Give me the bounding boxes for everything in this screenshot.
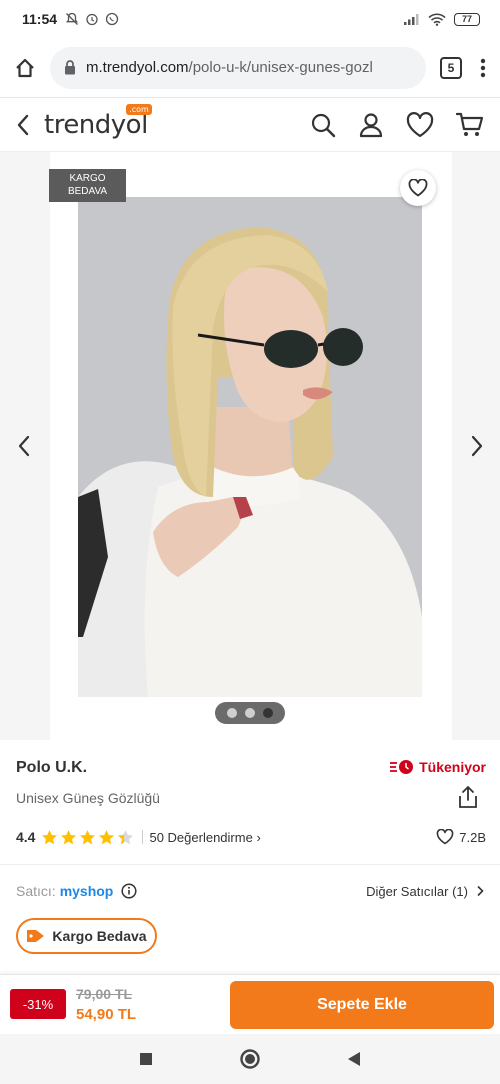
cart-icon[interactable]: [456, 112, 484, 138]
seller-row: Satıcı: myshop Diğer Satıcılar (1): [16, 883, 484, 899]
site-header: trendyol .com: [0, 98, 500, 152]
pagination-dot[interactable]: [227, 708, 237, 718]
logo-badge: .com: [126, 103, 152, 115]
recents-icon[interactable]: [139, 1052, 153, 1066]
rating-row: 4.4 50 Değerlendirme › 7.2B: [16, 829, 486, 845]
free-shipping-label: Kargo Bedava: [52, 928, 147, 944]
search-icon[interactable]: [310, 112, 336, 138]
trendyol-logo[interactable]: trendyol .com: [44, 103, 152, 140]
star-icon: [99, 830, 115, 845]
url-domain: m.trendyol.com: [86, 59, 189, 76]
purchase-bar: -31% 79,00 TL 54,90 TL Sepete Ekle: [0, 974, 500, 1034]
account-icon[interactable]: [358, 112, 384, 138]
clock: 11:54: [22, 11, 58, 27]
product-image[interactable]: [78, 197, 422, 697]
badge-line-2: BEDAVA: [67, 186, 108, 197]
star-icon: [42, 830, 58, 845]
likes-value: 7.2B: [459, 829, 486, 845]
free-shipping-pill: Kargo Bedava: [16, 918, 157, 954]
whatsapp-icon: [105, 12, 119, 26]
lock-icon: [65, 60, 75, 75]
signal-icon: [404, 14, 419, 25]
tag-icon: [27, 930, 45, 942]
stock-status-label: Tükeniyor: [419, 759, 486, 775]
heart-icon: [408, 179, 428, 197]
section-divider: [0, 864, 500, 865]
product-gallery: KARGO BEDAVA: [0, 152, 500, 740]
chevron-right-icon: [477, 885, 484, 897]
image-pagination: [215, 702, 285, 724]
status-bar: 11:54 77: [0, 0, 500, 38]
reviews-label: 50 Değerlendirme: [149, 829, 253, 845]
battery-icon: 77: [454, 12, 480, 26]
browser-toolbar: m.trendyol.com/polo-u-k/unisex-gunes-goz…: [0, 38, 500, 98]
add-favorite-button[interactable]: [400, 170, 436, 206]
low-stock-icon: [390, 760, 414, 774]
home-icon[interactable]: [14, 57, 36, 79]
back-nav-icon[interactable]: [347, 1051, 361, 1067]
tab-switcher-button[interactable]: 5: [440, 56, 462, 79]
rating-value: 4.4: [16, 829, 36, 845]
pagination-dot[interactable]: [245, 708, 255, 718]
other-sellers-label: Diğer Satıcılar (1): [366, 883, 468, 899]
system-nav-bar: [0, 1034, 500, 1084]
rating-stars: [41, 829, 134, 845]
other-sellers-link[interactable]: Diğer Satıcılar (1): [366, 884, 484, 899]
seller-label: Satıcı:: [16, 883, 56, 899]
seller-name-link[interactable]: myshop: [60, 883, 114, 899]
product-brand[interactable]: Polo U.K.: [16, 759, 87, 777]
stock-status: Tükeniyor: [389, 759, 486, 775]
product-photo-illustration: [78, 197, 422, 697]
favorites-icon[interactable]: [406, 111, 434, 138]
browser-menu-icon[interactable]: [480, 57, 486, 79]
current-price: 54,90 TL: [76, 1006, 137, 1023]
divider: [142, 830, 144, 844]
likes-count: 7.2B: [436, 829, 486, 845]
discount-badge: -31%: [10, 989, 66, 1019]
heart-outline-icon: [436, 829, 454, 845]
address-bar[interactable]: m.trendyol.com/polo-u-k/unisex-gunes-goz…: [50, 46, 426, 89]
next-image-icon[interactable]: [470, 434, 484, 458]
old-price: 79,00 TL: [76, 986, 133, 1002]
reviews-link[interactable]: 50 Değerlendirme ›: [149, 830, 260, 845]
star-icon: [61, 830, 77, 845]
star-icon: [80, 830, 96, 845]
prev-image-icon[interactable]: [17, 434, 31, 458]
url-path: /polo-u-k/unisex-gunes-gozl: [188, 59, 373, 76]
info-icon[interactable]: [121, 883, 137, 899]
product-image-frame[interactable]: [50, 152, 452, 740]
pagination-dot-active[interactable]: [263, 708, 273, 718]
back-icon[interactable]: [16, 114, 30, 136]
star-icon: [118, 830, 134, 845]
home-nav-icon[interactable]: [239, 1048, 261, 1070]
alarm-icon: [86, 13, 98, 26]
product-name: Unisex Güneş Gözlüğü: [16, 790, 160, 806]
add-to-cart-button[interactable]: Sepete Ekle: [230, 981, 494, 1029]
mute-notification-icon: [65, 12, 79, 25]
chevron-right-icon: ›: [256, 829, 261, 845]
badge-line-1: KARGO: [69, 173, 106, 184]
free-shipping-badge: KARGO BEDAVA: [49, 169, 126, 202]
share-icon[interactable]: [458, 785, 478, 809]
wifi-icon: [428, 13, 446, 26]
